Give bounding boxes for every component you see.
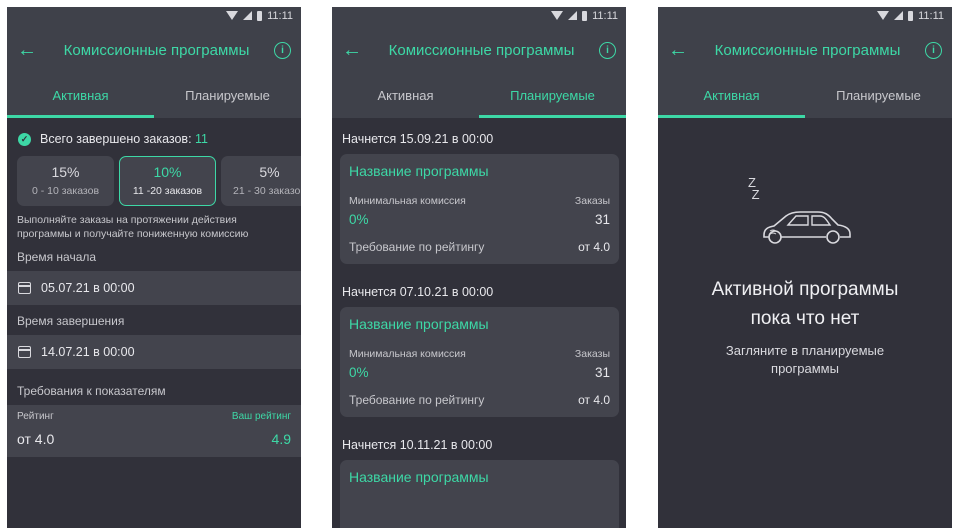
battery-icon — [257, 10, 263, 21]
tier-range: 21 - 30 заказов — [233, 185, 301, 197]
orders-label: Заказы — [574, 195, 610, 207]
calendar-icon — [18, 346, 31, 358]
battery-icon — [582, 10, 588, 21]
empty-title-line: Активной программы — [711, 279, 899, 300]
completed-orders: ✓ Всего завершено заказов: 11 — [7, 118, 301, 146]
tab-active[interactable]: Активная — [658, 76, 805, 118]
tier-card[interactable]: 5% 21 - 30 заказов — [221, 156, 301, 206]
your-rating-label: Ваш рейтинг — [231, 411, 291, 422]
empty-subtitle-line: программы — [771, 361, 839, 376]
sleep-zz-icon: Z Z — [748, 175, 760, 202]
start-time-field[interactable]: 05.07.21 в 00:00 — [7, 271, 301, 305]
wifi-icon — [551, 11, 564, 20]
tier-range: 11 -20 заказов — [132, 185, 203, 197]
app-bar: ← Комиссионные программы i — [658, 24, 952, 76]
phone-planned-programs: 11:11 ← Комиссионные программы i Активна… — [332, 7, 626, 528]
rating-req-value: от 4.0 — [578, 393, 610, 407]
tab-bar: Активная Планируемые — [332, 76, 626, 118]
tab-active[interactable]: Активная — [7, 76, 154, 118]
program-card[interactable]: Название программы Минимальная комиссия … — [340, 154, 619, 264]
empty-title-line: пока что нет — [750, 308, 860, 329]
tier-percent: 5% — [259, 164, 280, 180]
back-arrow-icon[interactable]: ← — [17, 39, 39, 61]
tier-range: 0 - 10 заказов — [31, 185, 100, 197]
empty-subtitle-line: Загляните в планируемые — [725, 343, 885, 358]
rating-req-label: Требование по рейтингу — [349, 393, 485, 407]
completed-count: 11 — [195, 132, 209, 146]
tier-percent: 15% — [51, 164, 80, 180]
info-icon[interactable]: i — [274, 41, 291, 59]
page-title: Комиссионные программы — [63, 41, 250, 59]
orders-value: 31 — [594, 212, 610, 227]
end-time-field[interactable]: 14.07.21 в 00:00 — [7, 335, 301, 369]
program-start-date: Начнется 07.10.21 в 00:00 — [342, 285, 494, 299]
end-time-value: 14.07.21 в 00:00 — [41, 345, 135, 359]
phone-active-program: 11:11 ← Комиссионные программы i Активна… — [7, 7, 301, 528]
program-start-date: Начнется 15.09.21 в 00:00 — [342, 132, 494, 146]
orders-value: 31 — [594, 365, 610, 380]
min-commission-value: 0% — [349, 365, 369, 380]
info-icon[interactable]: i — [925, 41, 942, 59]
program-card[interactable]: Название программы — [340, 460, 619, 528]
back-arrow-icon[interactable]: ← — [342, 39, 364, 61]
commission-tiers: 15% 0 - 10 заказов 10% 11 -20 заказов 5%… — [7, 146, 301, 206]
empty-state-subtitle: Загляните в планируемые программы — [658, 342, 952, 378]
back-arrow-icon[interactable]: ← — [668, 39, 690, 61]
end-time-label: Время завершения — [17, 314, 125, 328]
tier-card-selected[interactable]: 10% 11 -20 заказов — [119, 156, 216, 206]
app-bar: ← Комиссионные программы i — [332, 24, 626, 76]
orders-label: Заказы — [574, 348, 610, 360]
status-time: 11:11 — [267, 9, 293, 22]
min-commission-value: 0% — [349, 212, 369, 227]
wifi-icon — [226, 11, 239, 20]
wifi-icon — [877, 11, 890, 20]
program-description: Выполняйте заказы на протяжении действия… — [17, 214, 249, 240]
app-bar: ← Комиссионные программы i — [7, 24, 301, 76]
rating-req-label: Требование по рейтингу — [349, 240, 485, 254]
signal-icon — [568, 11, 578, 20]
program-card[interactable]: Название программы Минимальная комиссия … — [340, 307, 619, 417]
empty-state-title: Активной программы пока что нет — [658, 275, 952, 333]
page-title: Комиссионные программы — [714, 41, 901, 59]
status-time: 11:11 — [592, 9, 618, 22]
program-name: Название программы — [349, 469, 489, 485]
start-time-label: Время начала — [17, 250, 97, 264]
requirements-label: Требования к показателям — [17, 384, 166, 398]
tab-active[interactable]: Активная — [332, 76, 479, 118]
min-commission-label: Минимальная комиссия — [349, 348, 466, 360]
start-time-value: 05.07.21 в 00:00 — [41, 281, 135, 295]
program-name: Название программы — [349, 163, 489, 179]
tab-bar: Активная Планируемые — [658, 76, 952, 118]
sleeping-car-icon — [763, 211, 851, 244]
status-bar: 11:11 — [7, 7, 301, 24]
calendar-icon — [18, 282, 31, 294]
tier-percent: 10% — [153, 164, 182, 180]
rating-requirement-value: от 4.0 — [17, 431, 55, 447]
status-bar: 11:11 — [658, 7, 952, 24]
page-title: Комиссионные программы — [388, 41, 575, 59]
rating-req-value: от 4.0 — [578, 240, 610, 254]
your-rating-value: 4.9 — [271, 431, 291, 447]
tier-card[interactable]: 15% 0 - 10 заказов — [17, 156, 114, 206]
min-commission-label: Минимальная комиссия — [349, 195, 466, 207]
check-circle-icon: ✓ — [18, 132, 31, 146]
phone-empty-state: 11:11 ← Комиссионные программы i Активна… — [658, 7, 952, 528]
tab-planned[interactable]: Планируемые — [805, 76, 952, 118]
program-name: Название программы — [349, 316, 489, 332]
rating-requirements: Рейтинг Ваш рейтинг от 4.0 4.9 — [7, 405, 301, 457]
program-start-date: Начнется 10.11.21 в 00:00 — [342, 438, 493, 452]
signal-icon — [894, 11, 904, 20]
status-time: 11:11 — [918, 9, 944, 22]
battery-icon — [908, 10, 914, 21]
status-bar: 11:11 — [332, 7, 626, 24]
rating-label: Рейтинг — [17, 411, 54, 422]
signal-icon — [243, 11, 253, 20]
tab-planned[interactable]: Планируемые — [154, 76, 301, 118]
tab-planned[interactable]: Планируемые — [479, 76, 626, 118]
completed-label: Всего завершено заказов: — [40, 132, 192, 146]
info-icon[interactable]: i — [599, 41, 616, 59]
tab-bar: Активная Планируемые — [7, 76, 301, 118]
